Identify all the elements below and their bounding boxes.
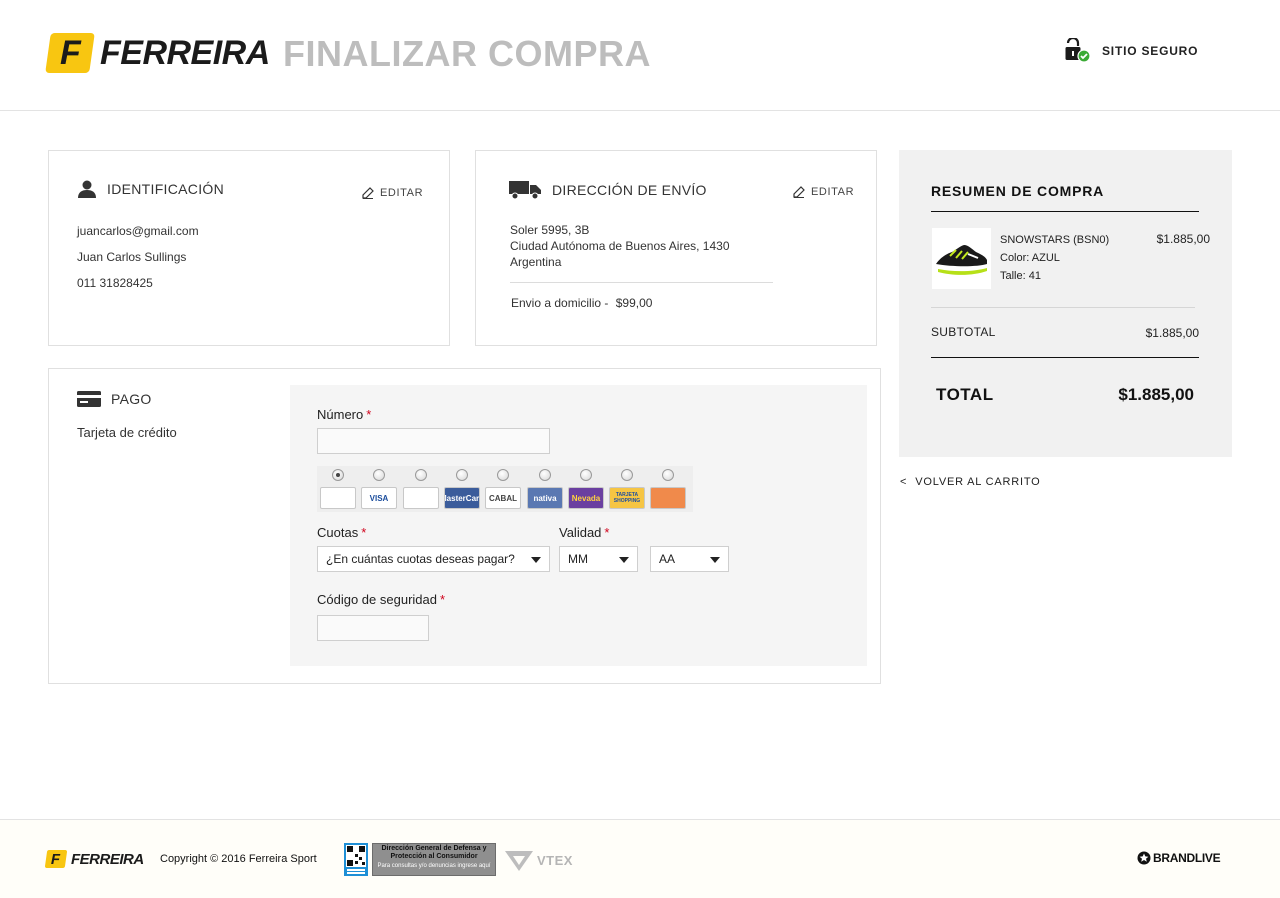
identification-phone: 011 31828425	[77, 276, 153, 290]
payment-form: Número* VISA MasterCardCABAL nativaNevadaT…	[290, 385, 867, 666]
card-radio[interactable]	[662, 469, 674, 481]
star-badge-icon	[1137, 851, 1151, 865]
card-radio[interactable]	[373, 469, 385, 481]
security-code-input[interactable]	[317, 615, 429, 641]
product-thumbnail	[932, 228, 991, 289]
card-option[interactable]	[649, 466, 687, 512]
summary-divider	[931, 307, 1195, 308]
identification-name: Juan Carlos Sullings	[77, 250, 187, 264]
shipping-divider	[510, 282, 773, 283]
page-title: FINALIZAR COMPRA	[283, 33, 651, 74]
ferreira-logo-mark: F	[44, 850, 68, 868]
nevada-card-icon: Nevada	[568, 487, 604, 509]
card-option[interactable]: nativa	[526, 466, 564, 512]
card-number-input[interactable]	[317, 428, 550, 454]
diners-card-icon	[403, 487, 439, 509]
order-summary-title: RESUMEN DE COMPRA	[931, 183, 1105, 199]
shipping-panel: DIRECCIÓN DE ENVÍO EDITAR Soler 5995, 3B…	[475, 150, 877, 346]
cabal-card-icon: CABAL	[485, 487, 521, 509]
footer-ferreira-logo[interactable]: F FERREIRA	[44, 850, 144, 868]
card-option[interactable]: CABAL	[484, 466, 522, 512]
card-option[interactable]: Nevada	[567, 466, 605, 512]
shipping-method: Envio a domicilio - $99,00	[511, 296, 653, 310]
brandlive-logo: BRANDLIVE	[1137, 851, 1221, 865]
edit-shipping-button[interactable]: EDITAR	[793, 186, 854, 198]
amex-card-icon	[320, 487, 356, 509]
subtotal-label: SUBTOTAL	[931, 325, 996, 339]
consumer-protection-badge[interactable]: Dirección General de Defensa y Protecció…	[372, 843, 496, 876]
shipping-address-line3: Argentina	[510, 255, 562, 269]
shipping-address-line2: Ciudad Autónoma de Buenos Aires, 1430	[510, 239, 730, 253]
card-radio[interactable]	[415, 469, 427, 481]
installments-select[interactable]: ¿En cuántas cuotas deseas pagar?	[317, 546, 550, 572]
identification-panel: IDENTIFICACIÓN EDITAR juancarlos@gmail.c…	[48, 150, 450, 346]
user-icon	[78, 180, 96, 198]
product-size: Talle: 41	[1000, 270, 1041, 282]
chevron-down-icon	[531, 557, 541, 563]
credit-card-icon	[77, 391, 101, 407]
payment-panel: PAGO Tarjeta de crédito Número* VISA Mast…	[48, 368, 881, 684]
pencil-icon	[362, 187, 374, 199]
card-option[interactable]: MasterCard	[443, 466, 481, 512]
page-footer: F FERREIRA Copyright © 2016 Ferreira Spo…	[0, 819, 1280, 898]
card-option[interactable]: TARJETA SHOPPING	[608, 466, 646, 512]
card-radio[interactable]	[456, 469, 468, 481]
expiry-month-select[interactable]: MM	[559, 546, 638, 572]
other-card-icon	[650, 487, 686, 509]
chevron-down-icon	[710, 557, 720, 563]
identification-email: juancarlos@gmail.com	[77, 224, 199, 238]
payment-title: PAGO	[77, 391, 152, 407]
product-color: Color: AZUL	[1000, 252, 1060, 264]
edit-identification-button[interactable]: EDITAR	[362, 187, 423, 199]
total-value: $1.885,00	[1118, 385, 1194, 404]
payment-method-label: Tarjeta de crédito	[77, 425, 177, 440]
summary-top-rule	[931, 211, 1199, 212]
security-code-label: Código de seguridad *	[317, 592, 446, 607]
truck-icon	[509, 181, 541, 200]
card-radio[interactable]	[621, 469, 633, 481]
visa-card-icon: VISA	[361, 487, 397, 509]
chevron-down-icon	[619, 557, 629, 563]
summary-total-rule	[931, 357, 1199, 358]
secure-site-label: SITIO SEGURO	[1102, 44, 1199, 58]
chevron-left-icon: <	[900, 476, 908, 488]
shipping-title: DIRECCIÓN DE ENVÍO	[509, 180, 707, 200]
card-brand-selector: VISA MasterCardCABAL nativaNevadaTARJETA S…	[317, 466, 693, 512]
validity-label: Validad *	[559, 525, 610, 540]
order-summary-panel: RESUMEN DE COMPRA SNOWSTARS (BSN0) Color…	[899, 150, 1232, 457]
card-number-label: Número *	[317, 407, 372, 422]
nativa-card-icon: nativa	[527, 487, 563, 509]
expiry-year-select[interactable]: AA	[650, 546, 729, 572]
footer-logo-text: FERREIRA	[71, 850, 144, 868]
shipping-address-line1: Soler 5995, 3B	[510, 223, 590, 237]
card-radio[interactable]	[332, 469, 344, 481]
lock-icon	[1064, 36, 1091, 64]
back-to-cart-link[interactable]: < VOLVER AL CARRITO	[900, 476, 1041, 488]
card-option[interactable]	[402, 466, 440, 512]
card-option[interactable]	[319, 466, 357, 512]
ferreira-logo-text: FERREIRA	[100, 34, 270, 72]
total-label: TOTAL	[936, 385, 994, 404]
copyright-text: Copyright © 2016 Ferreira Sport	[160, 853, 317, 865]
pencil-icon	[793, 186, 805, 198]
sneaker-icon	[936, 245, 987, 275]
subtotal-value: $1.885,00	[1145, 326, 1199, 340]
ferreira-logo-mark: F	[45, 33, 95, 73]
card-option[interactable]: VISA	[360, 466, 398, 512]
vtex-logo: VTEX	[505, 849, 573, 871]
mastercard-card-icon: MasterCard	[444, 487, 480, 509]
card-radio[interactable]	[539, 469, 551, 481]
product-name: SNOWSTARS (BSN0)	[1000, 234, 1110, 246]
data-fiscal-qr-icon[interactable]	[344, 843, 368, 879]
product-price: $1.885,00	[1156, 232, 1210, 246]
vtex-icon	[505, 851, 533, 871]
installments-label: Cuotas *	[317, 525, 367, 540]
card-radio[interactable]	[580, 469, 592, 481]
page-header: F FERREIRA FINALIZAR COMPRA SITIO SEGURO	[0, 0, 1280, 111]
card-radio[interactable]	[497, 469, 509, 481]
tarjeta-shopping-card-icon: TARJETA SHOPPING	[609, 487, 645, 509]
identification-title: IDENTIFICACIÓN	[77, 180, 224, 198]
ferreira-logo[interactable]: F FERREIRA	[45, 33, 270, 73]
secure-site-badge: SITIO SEGURO	[1064, 36, 1199, 64]
